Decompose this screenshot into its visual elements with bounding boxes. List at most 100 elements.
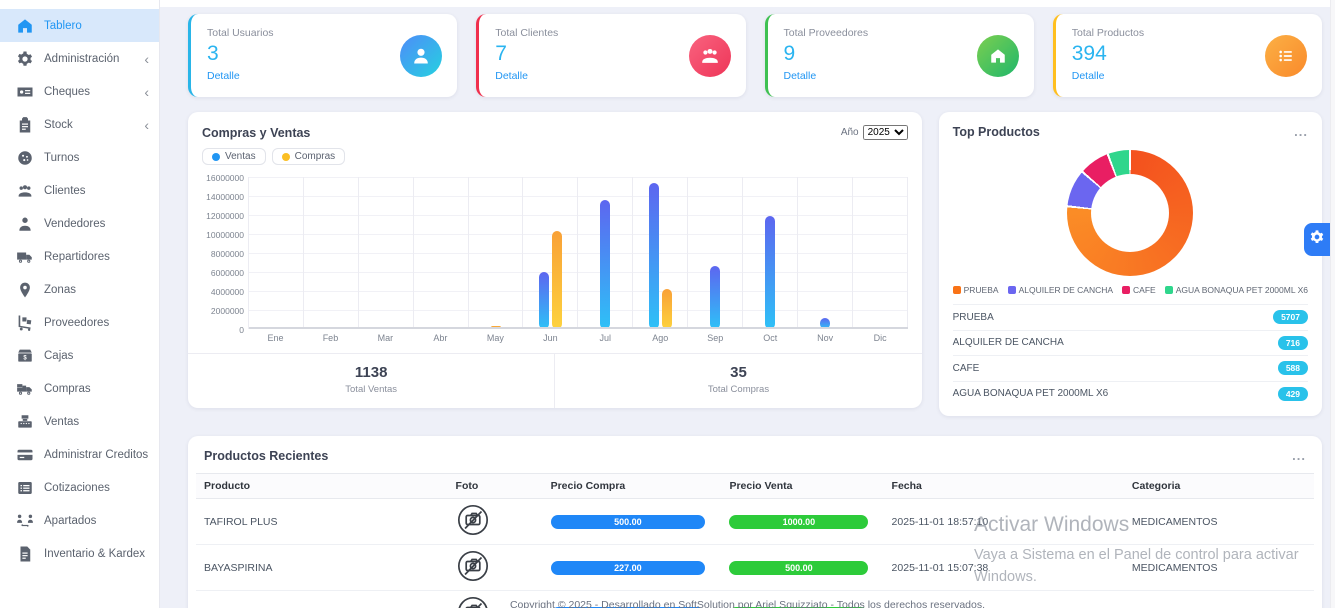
sidebar-item-turnos[interactable]: Turnos [0,141,159,174]
top-product-name: ALQUILER DE CANCHA [953,337,1064,348]
sidebar-item-label: Vendedores [44,218,105,230]
sales-purchases-chart-card: Compras y Ventas Año 2025 VentasCompras … [188,112,922,408]
money-check-icon [15,83,35,101]
sidebar-item-label: Turnos [44,152,79,164]
no-image-icon [456,528,490,540]
sidebar-item-label: Apartados [44,515,96,527]
sidebar-item-clientes[interactable]: Clientes [0,174,159,207]
month-column-may [469,177,524,329]
sidebar-item-tablero[interactable]: Tablero [0,9,159,42]
sidebar-item-label: Cotizaciones [44,482,110,494]
sidebar-item-ventas[interactable]: Ventas [0,405,159,438]
y-tick-label: 8000000 [202,249,244,259]
stats-row: Total Usuarios3DetalleTotal Clientes7Det… [188,14,1322,97]
detalle-link[interactable]: Detalle [1072,70,1105,82]
cell-precio-venta: 500.00 [721,545,883,591]
sidebar-item-compras[interactable]: Compras [0,372,159,405]
bar-plot-area: 1600000014000000120000001000000080000006… [202,177,908,329]
month-column-abr [414,177,469,329]
footer-copyright: Copyright © 2025 - Desarrollado en SoftS… [160,599,1335,608]
sidebar-item-proveedores[interactable]: Proveedores [0,306,159,339]
users-group-icon [689,35,731,77]
donut-legend-item[interactable]: AGUA BONAQUA PET 2000ML X6 [1165,285,1308,295]
y-tick-label: 10000000 [202,230,244,240]
y-tick-label: 12000000 [202,211,244,221]
y-tick-label: 6000000 [202,268,244,278]
legend-dot-icon [212,153,220,161]
main-content: Total Usuarios3DetalleTotal Clientes7Det… [160,0,1335,608]
list-lines-icon [1265,35,1307,77]
cell-categoria: MEDICAMENTOS [1124,499,1314,545]
legend-compras[interactable]: Compras [272,148,346,165]
sidebar-item-administrar-creditos[interactable]: Administrar Creditos [0,438,159,471]
home-icon [15,17,35,35]
detalle-link[interactable]: Detalle [495,70,528,82]
stat-card-total-proveedores: Total Proveedores9Detalle [765,14,1034,97]
cash-box-icon: $ [15,347,35,365]
sidebar-item-label: Stock [44,119,73,131]
ellipsis-menu-icon[interactable]: ... [1294,129,1308,136]
sidebar-item-cotizaciones[interactable]: Cotizaciones [0,471,159,504]
recent-products-card: Productos Recientes ... ProductoFotoPrec… [188,436,1322,608]
count-badge: 588 [1278,361,1308,375]
precio-compra-pill: 227.00 [551,561,706,575]
sidebar-item-label: Clientes [44,185,86,197]
sidebar-item-stock[interactable]: Stock‹ [0,108,159,141]
map-marker-icon [15,281,35,299]
sidebar-item-administraci-n[interactable]: Administración‹ [0,42,159,75]
donut-legend-item[interactable]: CAFE [1122,285,1156,295]
column-header-precio-compra: Precio Compra [543,474,722,499]
ellipsis-menu-icon[interactable]: ... [1292,453,1306,460]
cell-fecha: 2025-11-01 18:57:10 [884,499,1124,545]
cell-precio-compra: 500.00 [543,499,722,545]
legend-ventas[interactable]: Ventas [202,148,266,165]
detalle-link[interactable]: Detalle [784,70,817,82]
legend-square-icon [1165,286,1173,294]
clipboard-icon [15,116,35,134]
donut-legend-item[interactable]: PRUEBA [953,285,999,295]
top-product-name: CAFE [953,363,980,374]
sidebar-item-inventario-kardex[interactable]: Inventario & Kardex [0,537,159,570]
list-table-icon [15,479,35,497]
count-badge: 429 [1278,387,1308,401]
total-ventas: 1138 Total Ventas [188,354,554,408]
donut-legend-item[interactable]: ALQUILER DE CANCHA [1008,285,1113,295]
cell-producto: BAYASPIRINA [196,545,448,591]
sidebar-item-label: Administrar Creditos [44,449,148,461]
no-image-icon [456,574,490,586]
ventas-bar [765,216,775,329]
cell-precio-compra: 227.00 [543,545,722,591]
cell-producto: TAFIROL PLUS [196,499,448,545]
ventas-bar [539,272,549,329]
person-icon [15,215,35,233]
top-product-row: CAFE 588 [953,355,1308,381]
settings-gear-button[interactable] [1304,223,1330,256]
top-product-name: PRUEBA [953,312,994,323]
sidebar-item-vendedores[interactable]: Vendedores [0,207,159,240]
dolly-icon [15,314,35,332]
x-tick-label: Feb [303,333,358,343]
shopping-truck-icon [15,380,35,398]
table-row: BAYASPIRINA227.00500.002025-11-01 15:07:… [196,545,1314,591]
year-select[interactable]: 2025 [863,125,908,140]
top-products-list: PRUEBA5707ALQUILER DE CANCHA716CAFE588AG… [953,304,1308,406]
sidebar-item-cajas[interactable]: $Cajas [0,339,159,372]
cell-foto [448,545,543,591]
sidebar-item-label: Compras [44,383,91,395]
sidebar-item-label: Proveedores [44,317,109,329]
gear-icon [1309,229,1325,250]
y-tick-label: 16000000 [202,173,244,183]
sidebar-item-repartidores[interactable]: Repartidores [0,240,159,273]
x-tick-label: Dic [853,333,908,343]
sidebar-item-label: Zonas [44,284,76,296]
column-header-producto: Producto [196,474,448,499]
sidebar-item-zonas[interactable]: Zonas [0,273,159,306]
chevron-left-icon: ‹ [144,85,149,99]
x-tick-label: Sep [688,333,743,343]
delivery-truck-icon [15,248,35,266]
sidebar-item-apartados[interactable]: Apartados [0,504,159,537]
year-label: Año [841,127,859,138]
detalle-link[interactable]: Detalle [207,70,240,82]
scrollbar-track[interactable] [1330,0,1335,608]
sidebar-item-cheques[interactable]: Cheques‹ [0,75,159,108]
